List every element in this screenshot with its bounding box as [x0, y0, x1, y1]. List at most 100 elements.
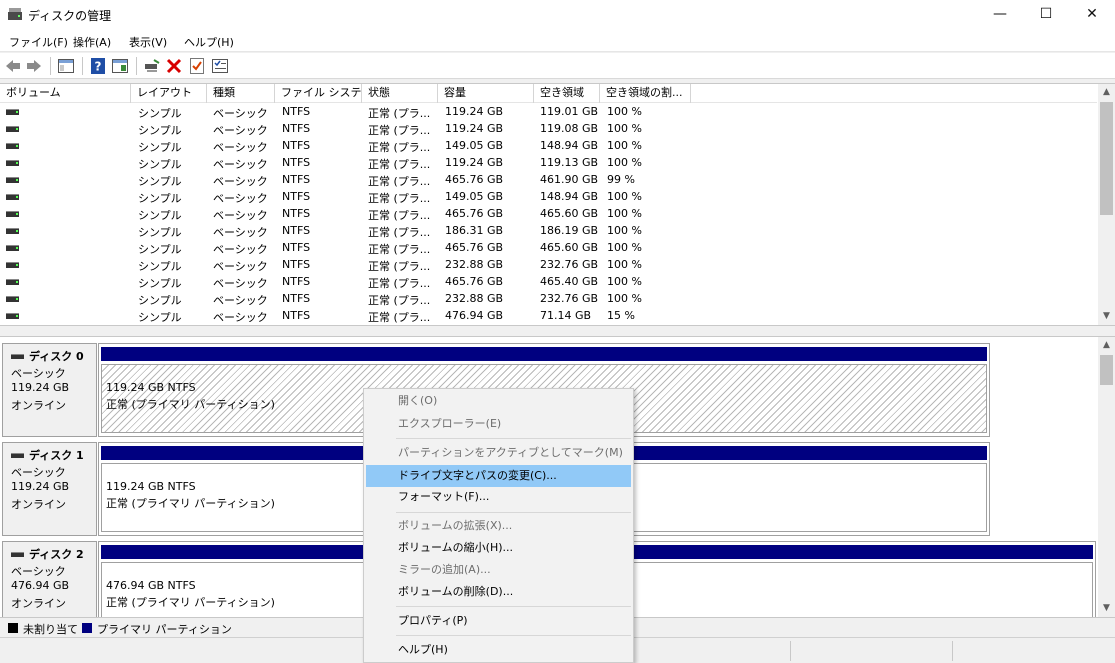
volume-free-space: 232.76 GB	[540, 258, 599, 271]
menu-delete-volume[interactable]: ボリュームの削除(D)...	[366, 581, 631, 603]
volume-free-percent: 100 %	[607, 292, 642, 305]
volume-drive-icon	[6, 296, 19, 302]
table-row[interactable]: シンプル ベーシック NTFS 正常 (プラ... 186.31 GB 186.19 GB…	[0, 223, 1097, 240]
volume-file-system: NTFS	[282, 309, 311, 322]
menu-extend-volume[interactable]: ボリュームの拡張(X)...	[366, 515, 631, 537]
column-free-percent[interactable]: 空き領域の割...	[600, 84, 691, 103]
volume-free-percent: 100 %	[607, 241, 642, 254]
menu-view[interactable]: 表示(V)	[129, 34, 167, 50]
disk-name: ディスク 1	[29, 449, 84, 462]
column-file-system[interactable]: ファイル システム	[275, 84, 362, 103]
volume-drive-icon	[6, 194, 19, 200]
menu-add-mirror[interactable]: ミラーの追加(A)...	[366, 559, 631, 581]
table-row[interactable]: シンプル ベーシック NTFS 正常 (プラ... 149.05 GB 148.94 GB…	[0, 189, 1097, 206]
column-capacity[interactable]: 容量	[438, 84, 534, 103]
column-type[interactable]: 種類	[207, 84, 275, 103]
volume-type: ベーシック	[213, 226, 268, 239]
volume-status: 正常 (プラ...	[368, 107, 431, 120]
scroll-down-arrow-icon[interactable]: ▼	[1098, 600, 1115, 617]
menu-help-item[interactable]: ヘルプ(H)	[366, 639, 631, 661]
volume-file-system: NTFS	[282, 173, 311, 186]
minimize-button[interactable]: —	[977, 0, 1023, 30]
volume-free-space: 186.19 GB	[540, 224, 599, 237]
volume-layout: シンプル	[138, 124, 182, 137]
volume-drive-icon	[6, 160, 19, 166]
forward-arrow-icon[interactable]	[26, 58, 42, 74]
menu-format[interactable]: フォーマット(F)...	[366, 486, 631, 508]
volume-drive-icon	[6, 245, 19, 251]
table-row[interactable]: シンプル ベーシック NTFS 正常 (プラ... 465.76 GB 465.60 GB…	[0, 206, 1097, 223]
volume-free-percent: 100 %	[607, 122, 642, 135]
menu-explorer[interactable]: エクスプローラー(E)	[366, 413, 631, 435]
volume-list-scrollbar[interactable]: ▲ ▼	[1098, 84, 1115, 325]
volume-free-percent: 100 %	[607, 139, 642, 152]
table-row[interactable]: シンプル ベーシック NTFS 正常 (プラ... 232.88 GB 232.76 GB…	[0, 291, 1097, 308]
disk-name: ディスク 2	[29, 548, 84, 561]
volume-status: 正常 (プラ...	[368, 226, 431, 239]
volume-capacity: 149.05 GB	[445, 190, 504, 203]
volume-file-system: NTFS	[282, 258, 311, 271]
table-row[interactable]: シンプル ベーシック NTFS 正常 (プラ... 465.76 GB 465.40 GB…	[0, 274, 1097, 291]
menu-open[interactable]: 開く(O)	[366, 390, 631, 412]
scroll-up-arrow-icon[interactable]: ▲	[1098, 337, 1115, 354]
table-row[interactable]: シンプル ベーシック NTFS 正常 (プラ... 119.24 GB 119.13 GB…	[0, 155, 1097, 172]
volume-capacity: 119.24 GB	[445, 156, 504, 169]
table-row[interactable]: シンプル ベーシック NTFS 正常 (プラ... 119.24 GB 119.01 GB…	[0, 104, 1097, 121]
disk-1-label[interactable]: ディスク 1 ベーシック 119.24 GB オンライン	[2, 442, 97, 536]
volume-free-space: 465.60 GB	[540, 241, 599, 254]
scroll-up-arrow-icon[interactable]: ▲	[1098, 84, 1115, 101]
disk-map-scrollbar[interactable]: ▲ ▼	[1098, 337, 1115, 617]
scroll-down-arrow-icon[interactable]: ▼	[1098, 308, 1115, 325]
disk-icon	[11, 353, 24, 359]
table-row[interactable]: シンプル ベーシック NTFS 正常 (プラ... 476.94 GB 71.14 GB 1…	[0, 308, 1097, 325]
volume-layout: シンプル	[138, 141, 182, 154]
volume-layout: シンプル	[138, 243, 182, 256]
scroll-thumb[interactable]	[1100, 102, 1113, 215]
details-pane-icon[interactable]	[112, 58, 128, 74]
volume-free-percent: 15 %	[607, 309, 635, 322]
table-row[interactable]: シンプル ベーシック NTFS 正常 (プラ... 232.88 GB 232.76 GB…	[0, 257, 1097, 274]
toolbar-separator	[82, 57, 83, 75]
status-separator	[952, 641, 953, 661]
volume-free-percent: 100 %	[607, 156, 642, 169]
column-volume[interactable]: ボリューム	[0, 84, 131, 103]
menu-properties[interactable]: プロパティ(P)	[366, 610, 631, 632]
column-layout[interactable]: レイアウト	[131, 84, 207, 103]
disk-2-label[interactable]: ディスク 2 ベーシック 476.94 GB オンライン	[2, 541, 97, 617]
disk-management-window: ディスクの管理 — ☐ ✕ ファイル(F) 操作(A) 表示(V) ヘルプ(H)…	[0, 0, 1115, 663]
help-icon[interactable]: ?	[90, 58, 106, 74]
disk-management-icon	[8, 8, 22, 20]
column-status[interactable]: 状態	[362, 84, 438, 103]
table-row[interactable]: シンプル ベーシック NTFS 正常 (プラ... 149.05 GB 148.94 GB…	[0, 138, 1097, 155]
properties-icon[interactable]	[212, 58, 228, 74]
volume-type: ベーシック	[213, 192, 268, 205]
scroll-thumb[interactable]	[1100, 355, 1113, 385]
toolbar: ?	[0, 53, 1115, 79]
menu-action[interactable]: 操作(A)	[73, 34, 111, 50]
menu-file[interactable]: ファイル(F)	[9, 34, 68, 50]
volume-file-system: NTFS	[282, 241, 311, 254]
back-arrow-icon[interactable]	[5, 58, 21, 74]
disk-status: オンライン	[11, 498, 66, 511]
maximize-button[interactable]: ☐	[1023, 0, 1069, 30]
disk-0-label[interactable]: ディスク 0 ベーシック 119.24 GB オンライン	[2, 343, 97, 437]
menu-separator	[396, 512, 631, 513]
connect-icon[interactable]	[144, 58, 160, 74]
table-row[interactable]: シンプル ベーシック NTFS 正常 (プラ... 119.24 GB 119.08 GB…	[0, 121, 1097, 138]
close-button[interactable]: ✕	[1069, 0, 1115, 30]
menu-shrink-volume[interactable]: ボリュームの縮小(H)...	[366, 537, 631, 559]
console-tree-icon[interactable]	[58, 58, 74, 74]
disk-type: ベーシック	[11, 565, 66, 578]
menu-change-drive-letter[interactable]: ドライブ文字とパスの変更(C)...	[366, 465, 631, 487]
volume-free-percent: 100 %	[607, 207, 642, 220]
table-row[interactable]: シンプル ベーシック NTFS 正常 (プラ... 465.76 GB 461.90 GB…	[0, 172, 1097, 189]
check-icon[interactable]	[189, 58, 205, 74]
volume-layout: シンプル	[138, 311, 182, 324]
column-free-space[interactable]: 空き領域	[534, 84, 600, 103]
delete-icon[interactable]	[166, 58, 182, 74]
volume-list: ボリューム レイアウト 種類 ファイル システム 状態 容量 空き領域 空き領域…	[0, 83, 1115, 326]
table-row[interactable]: シンプル ベーシック NTFS 正常 (プラ... 465.76 GB 465.60 GB…	[0, 240, 1097, 257]
volume-free-space: 119.01 GB	[540, 105, 599, 118]
menu-mark-active[interactable]: パーティションをアクティブとしてマーク(M)	[366, 442, 631, 464]
menu-help[interactable]: ヘルプ(H)	[184, 34, 234, 50]
